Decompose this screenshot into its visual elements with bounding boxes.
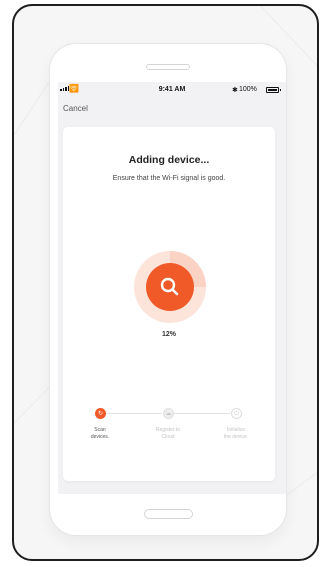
step-scan-dot: ↻: [95, 408, 106, 419]
phone-speaker: [146, 64, 190, 70]
bluetooth-icon: ✱: [232, 87, 238, 94]
battery-icon: [266, 87, 281, 93]
cloud-icon: ☁: [165, 410, 172, 417]
page-title: Adding device...: [128, 154, 210, 166]
step-connector: [174, 413, 230, 414]
step-initialize-dot: ⏻: [231, 408, 242, 419]
status-bar: 🛜 9:41 AM ✱ 100%: [58, 84, 286, 98]
step-register-label: Register to Cloud: [155, 427, 181, 440]
progress-steps: ↻ ☁ ⏻ Scan devices. Register to Cloud In…: [63, 408, 275, 458]
wifi-hint-text: Ensure that the Wi-Fi signal is good.: [112, 175, 226, 182]
adding-device-card: Adding device... Ensure that the Wi-Fi s…: [63, 127, 275, 481]
progress-percent: 12%: [161, 331, 176, 338]
spinner-icon: ↻: [97, 410, 104, 417]
phone-screen: 🛜 9:41 AM ✱ 100% Cancel Adding device...…: [58, 82, 286, 494]
step-scan-label: Scan devices.: [90, 427, 110, 440]
step-register-dot: ☁: [163, 408, 174, 419]
phone-home-button: [144, 509, 193, 519]
battery-percentage: 100%: [239, 86, 257, 93]
progress-ring: [134, 251, 206, 323]
progress-ring-core: [146, 263, 194, 311]
cancel-button[interactable]: Cancel: [63, 104, 88, 113]
step-initialize-label: Initialize the device.: [223, 427, 249, 440]
power-icon: ⏻: [234, 410, 239, 417]
step-connector: [106, 413, 162, 414]
